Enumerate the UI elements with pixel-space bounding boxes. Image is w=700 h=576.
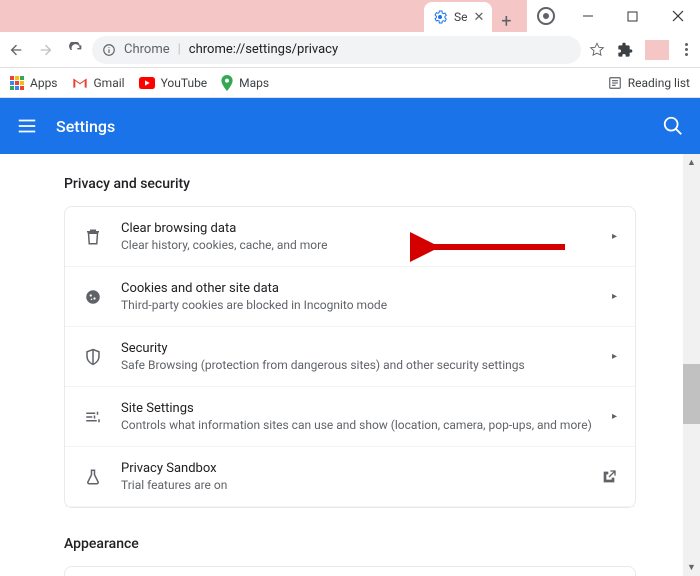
row-title: Site Settings bbox=[121, 401, 594, 416]
maps-icon bbox=[221, 75, 233, 91]
settings-content: Privacy and security Clear browsing data… bbox=[0, 154, 700, 576]
row-title: Cookies and other site data bbox=[121, 281, 594, 296]
browser-menu-button[interactable] bbox=[681, 43, 692, 56]
settings-gear-icon bbox=[432, 9, 448, 25]
browser-tab-active[interactable]: Se ✕ bbox=[424, 2, 492, 32]
close-tab-icon[interactable]: ✕ bbox=[474, 10, 485, 25]
url-path: chrome://settings/privacy bbox=[189, 42, 338, 57]
reading-list-icon bbox=[608, 76, 622, 90]
bookmarks-bar: Apps Gmail YouTube Maps Reading list bbox=[0, 68, 700, 98]
tune-icon bbox=[83, 407, 103, 427]
extension-placeholder[interactable] bbox=[645, 40, 669, 60]
nav-buttons bbox=[8, 42, 84, 58]
url-protocol: Chrome bbox=[124, 42, 170, 57]
page-scrollbar[interactable]: ▲ ▼ bbox=[683, 154, 700, 576]
privacy-card: Clear browsing data Clear history, cooki… bbox=[64, 206, 636, 508]
row-clear-browsing-data[interactable]: Clear browsing data Clear history, cooki… bbox=[65, 207, 635, 267]
shield-icon bbox=[83, 347, 103, 367]
reading-list-button[interactable]: Reading list bbox=[608, 76, 690, 90]
bookmark-star-icon[interactable] bbox=[589, 42, 605, 58]
cookie-icon bbox=[83, 287, 103, 307]
scroll-up-arrow[interactable]: ▲ bbox=[683, 154, 700, 171]
row-title: Clear browsing data bbox=[121, 221, 594, 236]
trash-icon bbox=[83, 227, 103, 247]
chevron-right-icon: ▸ bbox=[612, 231, 617, 242]
address-bar[interactable]: Chrome | chrome://settings/privacy bbox=[92, 36, 581, 64]
youtube-icon bbox=[139, 77, 155, 89]
window-titlebar: Se ✕ + bbox=[0, 0, 700, 32]
chevron-right-icon: ▸ bbox=[612, 411, 617, 422]
extensions-icon[interactable] bbox=[617, 42, 633, 58]
minimize-button[interactable] bbox=[565, 0, 610, 32]
scrollbar-thumb[interactable] bbox=[683, 364, 700, 424]
chevron-right-icon: ▸ bbox=[612, 351, 617, 362]
row-cookies[interactable]: Cookies and other site data Third-party … bbox=[65, 267, 635, 327]
menu-icon[interactable] bbox=[16, 115, 38, 137]
row-subtitle: Third-party cookies are blocked in Incog… bbox=[121, 298, 594, 312]
tab-title: Se bbox=[454, 10, 468, 24]
close-window-button[interactable] bbox=[655, 0, 700, 32]
apps-shortcut[interactable]: Apps bbox=[10, 76, 58, 90]
browser-toolbar: Chrome | chrome://settings/privacy bbox=[0, 32, 700, 68]
scroll-down-arrow[interactable]: ▼ bbox=[683, 559, 700, 576]
row-privacy-sandbox[interactable]: Privacy Sandbox Trial features are on bbox=[65, 447, 635, 507]
gmail-icon bbox=[72, 77, 88, 89]
search-icon[interactable] bbox=[662, 115, 684, 137]
external-link-icon bbox=[601, 469, 617, 485]
bookmark-maps[interactable]: Maps bbox=[221, 75, 269, 91]
settings-header: Settings bbox=[0, 98, 700, 154]
profile-avatar[interactable] bbox=[537, 7, 555, 25]
row-subtitle: Safe Browsing (protection from dangerous… bbox=[121, 358, 594, 372]
window-controls bbox=[565, 0, 700, 32]
bookmark-gmail[interactable]: Gmail bbox=[72, 76, 125, 90]
row-title: Security bbox=[121, 341, 594, 356]
row-title: Privacy Sandbox bbox=[121, 461, 583, 476]
back-button[interactable] bbox=[8, 42, 24, 58]
site-info-icon bbox=[102, 43, 116, 57]
section-title-appearance: Appearance bbox=[64, 536, 636, 552]
section-title-privacy: Privacy and security bbox=[64, 176, 636, 192]
bookmark-youtube[interactable]: YouTube bbox=[139, 76, 208, 90]
row-site-settings[interactable]: Site Settings Controls what information … bbox=[65, 387, 635, 447]
flask-icon bbox=[83, 467, 103, 487]
chevron-right-icon: ▸ bbox=[612, 291, 617, 302]
row-security[interactable]: Security Safe Browsing (protection from … bbox=[65, 327, 635, 387]
reload-button[interactable] bbox=[68, 42, 84, 58]
row-subtitle: Trial features are on bbox=[121, 478, 583, 492]
row-theme[interactable]: Theme Open Chrome Web Store bbox=[65, 567, 635, 576]
forward-button[interactable] bbox=[38, 42, 54, 58]
maximize-button[interactable] bbox=[610, 0, 655, 32]
appearance-card: Theme Open Chrome Web Store bbox=[64, 566, 636, 576]
new-tab-button[interactable]: + bbox=[492, 11, 520, 32]
row-subtitle: Controls what information sites can use … bbox=[121, 418, 594, 432]
apps-icon bbox=[10, 76, 24, 90]
tab-strip: Se ✕ + bbox=[0, 0, 527, 32]
settings-title: Settings bbox=[56, 117, 115, 136]
row-subtitle: Clear history, cookies, cache, and more bbox=[121, 238, 594, 252]
